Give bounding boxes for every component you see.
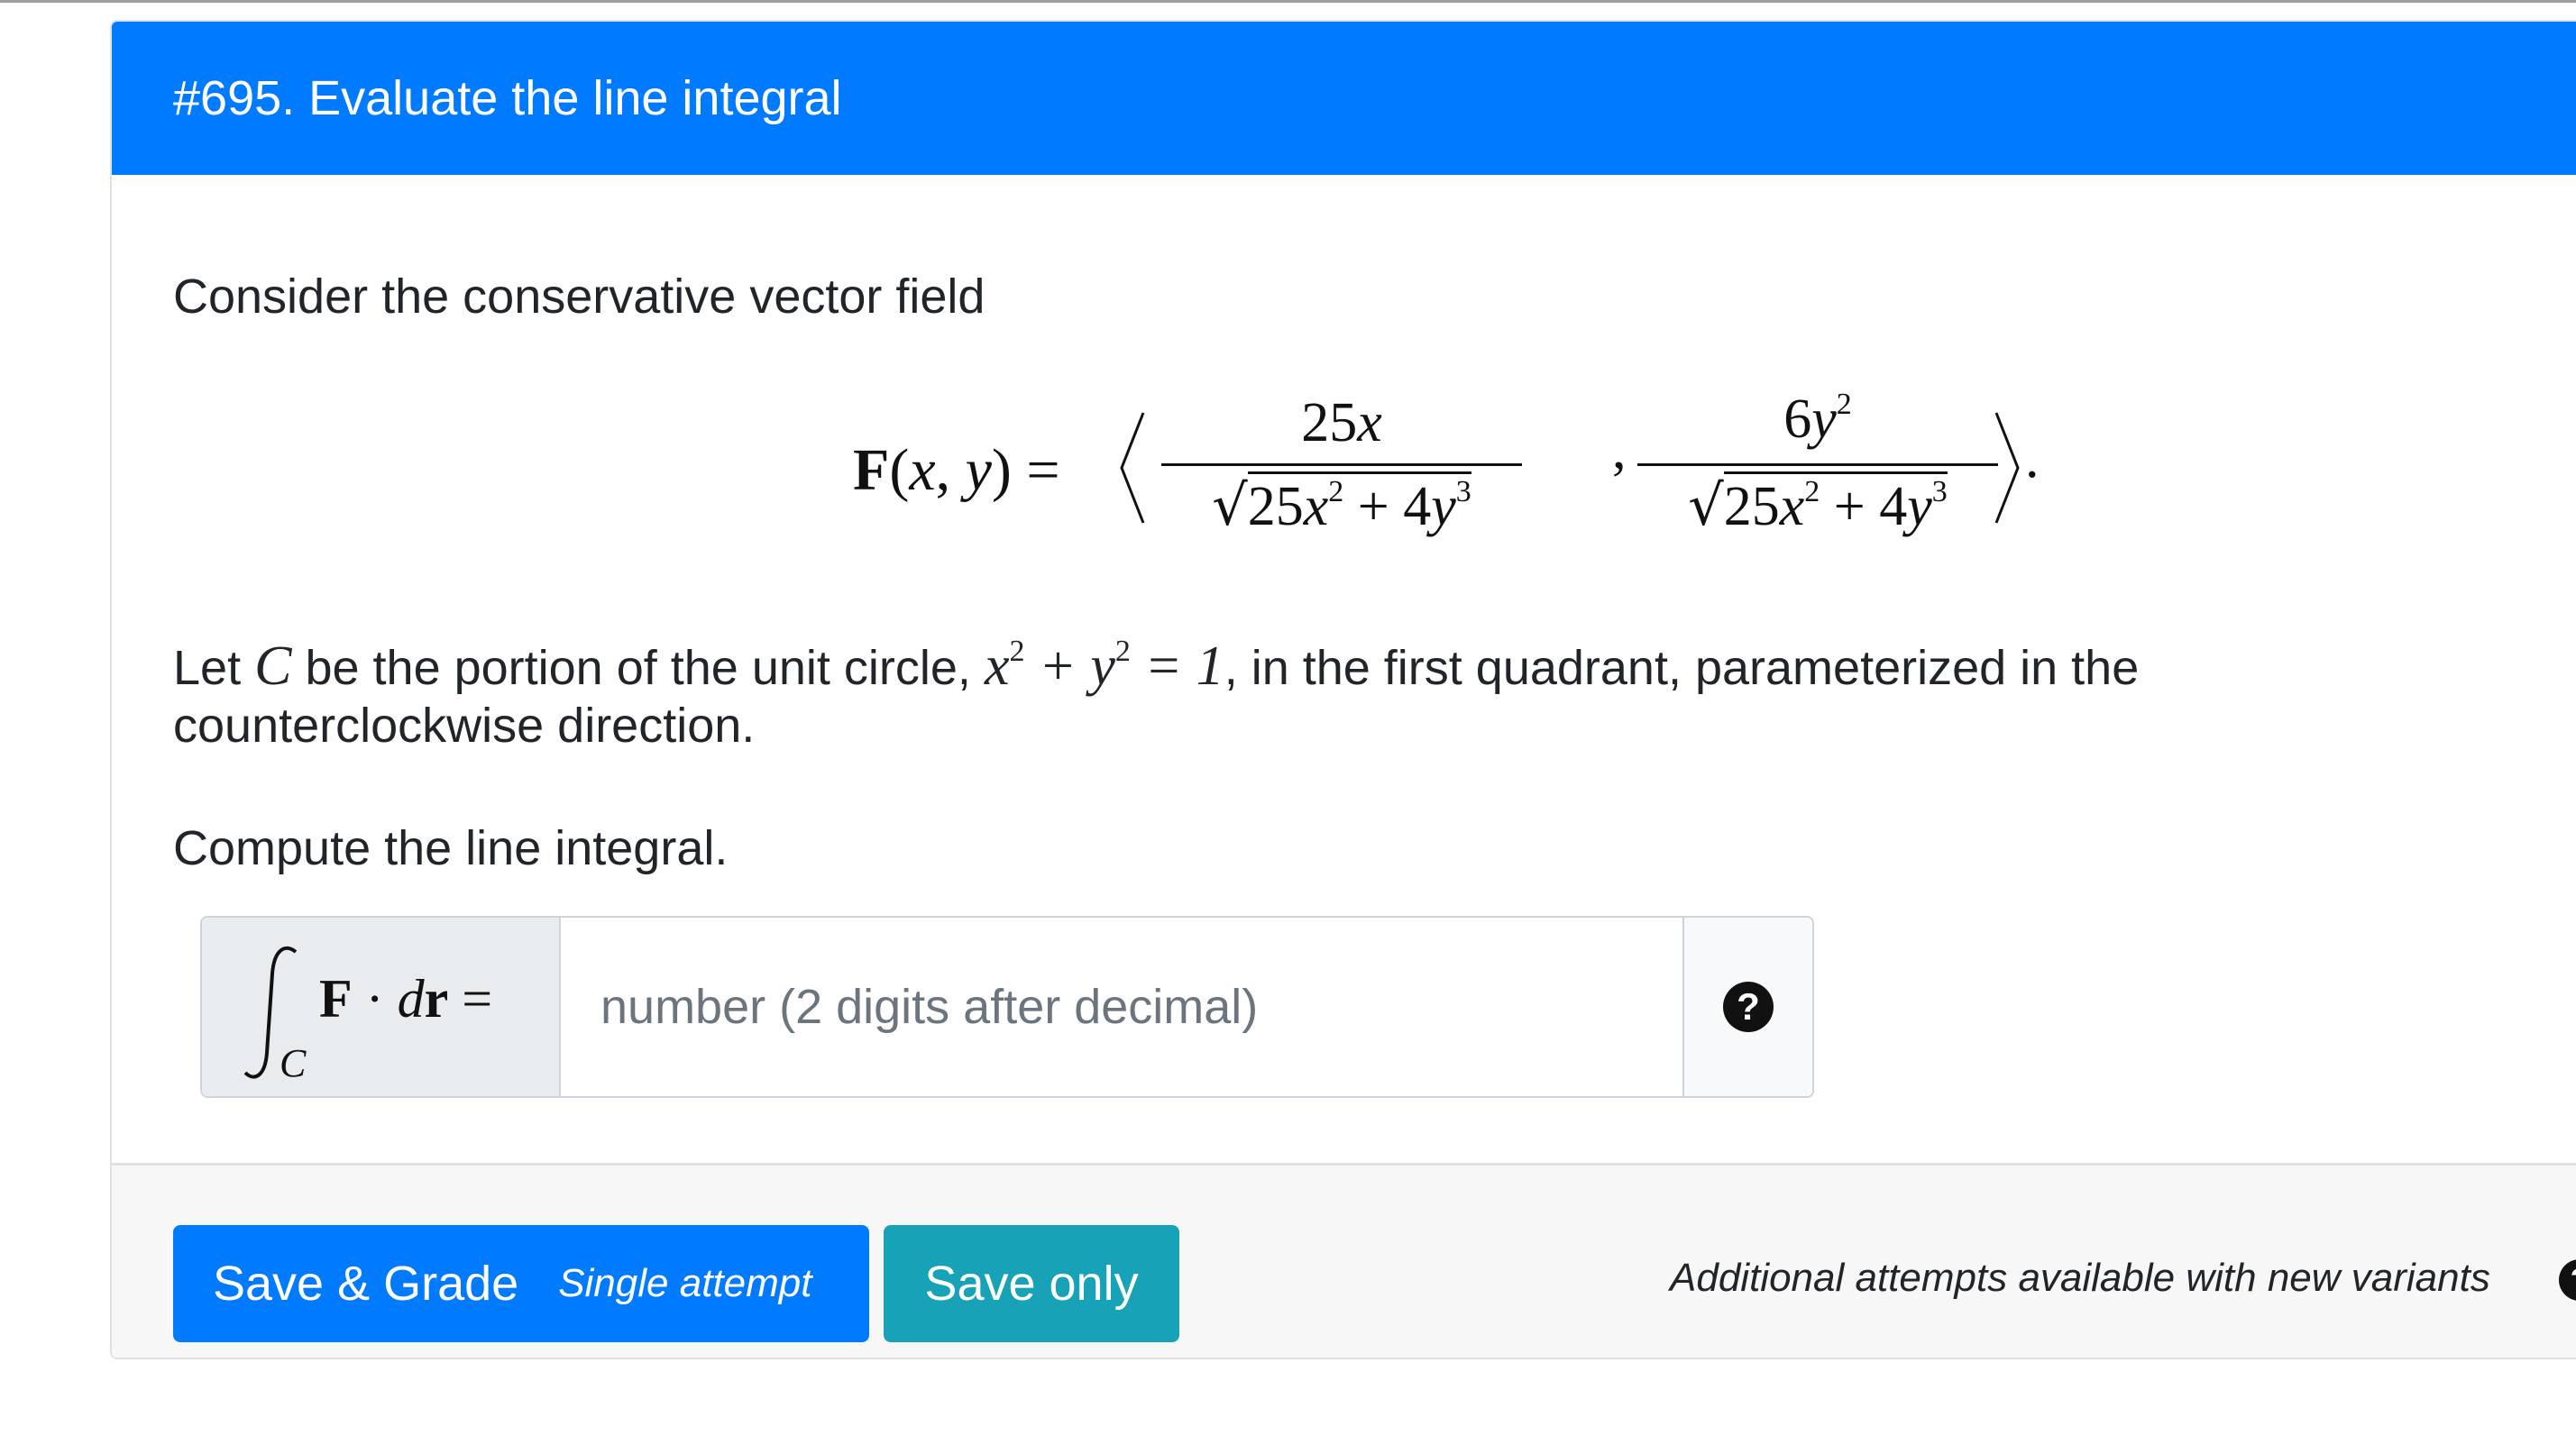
left-angle-bracket bbox=[1120, 412, 1145, 524]
question-header: #695. Evaluate the line integral bbox=[112, 22, 2576, 175]
compute-instruction: Compute the line integral. bbox=[173, 821, 729, 875]
component-1-denominator: √25x2 + 4y3 bbox=[1212, 471, 1471, 538]
question-title: #695. Evaluate the line integral bbox=[173, 71, 842, 125]
integral-label: C F · dr = bbox=[202, 918, 561, 1096]
unit-circle-equation: x2 + y2 = 1 bbox=[984, 635, 1224, 697]
field-component-2: 6y2 √25x2 + 4y3 bbox=[1637, 373, 1998, 572]
curve-description-line-2: counterclockwise direction. bbox=[173, 699, 756, 753]
field-component-1: 25x √25x2 + 4y3 bbox=[1161, 373, 1522, 572]
answer-input[interactable] bbox=[561, 918, 1580, 1096]
question-circle-icon[interactable]: ? bbox=[1723, 982, 1774, 1032]
answer-input-group: C F · dr = ? bbox=[200, 916, 1814, 1098]
let-prefix: Let bbox=[173, 641, 242, 695]
vector-field-equation: F(x, y) = 25x √25x2 + 4y3 , 6y2 √25x2 + … bbox=[853, 373, 2115, 572]
component-1-numerator: 25x bbox=[1301, 392, 1382, 453]
help-button[interactable]: ? bbox=[1682, 918, 1812, 1096]
let-suffix: , in the first quadrant, parameterized i… bbox=[1224, 641, 2140, 695]
question-footer: Save & Grade Single attempt Save only Ad… bbox=[112, 1163, 2576, 1358]
save-only-button[interactable]: Save only bbox=[884, 1225, 1179, 1342]
save-grade-label: Save & Grade bbox=[213, 1257, 519, 1311]
field-lhs: F(x, y) = bbox=[853, 437, 1060, 503]
integral-subscript-c: C bbox=[280, 1041, 307, 1085]
right-angle-bracket bbox=[1994, 412, 2020, 524]
component-2-fraction-bar bbox=[1637, 463, 1998, 466]
question-card: #695. Evaluate the line integral Conside… bbox=[110, 20, 2576, 1359]
component-2-denominator: √25x2 + 4y3 bbox=[1688, 471, 1948, 538]
save-grade-button[interactable]: Save & Grade Single attempt bbox=[173, 1225, 869, 1342]
save-only-label: Save only bbox=[924, 1257, 1139, 1311]
integral-integrand: F · dr = bbox=[319, 969, 493, 1029]
single-attempt-label: Single attempt bbox=[558, 1261, 812, 1305]
attempts-info-icon[interactable]: ? bbox=[2559, 1259, 2576, 1301]
question-intro: Consider the conservative vector field bbox=[173, 270, 985, 324]
component-1-fraction-bar bbox=[1161, 463, 1522, 466]
let-middle-text: be the portion of the unit circle, bbox=[305, 641, 971, 695]
field-comma: , bbox=[1612, 419, 1627, 480]
window-top-border bbox=[0, 0, 2576, 3]
component-2-numerator: 6y2 bbox=[1783, 388, 1852, 450]
attempts-note: Additional attempts available with new v… bbox=[1670, 1256, 2490, 1300]
curve-variable: C bbox=[254, 636, 292, 697]
field-period: . bbox=[2025, 428, 2040, 489]
